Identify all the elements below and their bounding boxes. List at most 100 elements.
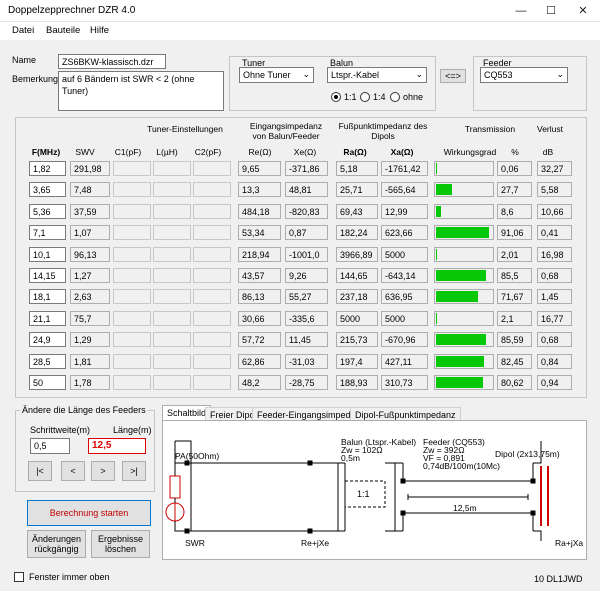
l-value — [153, 375, 191, 390]
nav-first-button[interactable]: |< — [28, 461, 52, 481]
ra-value: 215,73 — [336, 332, 378, 347]
tab-dipole-impedance[interactable]: Dipol-Fußpunktimpedanz — [350, 407, 461, 421]
efficiency-bar — [436, 313, 438, 324]
l-value — [153, 182, 191, 197]
clear-results-button[interactable]: Ergebnisse löschen — [91, 530, 150, 558]
freq-input[interactable]: 14,15 — [29, 268, 66, 283]
menu-datei[interactable]: Datei — [12, 25, 34, 36]
re-value: 30,66 — [238, 311, 281, 326]
balun-len: 0,5m — [341, 453, 360, 463]
db-value: 1,45 — [537, 289, 572, 304]
freq-input[interactable]: 1,82 — [29, 161, 66, 176]
col-freq: F(MHz) — [31, 147, 61, 157]
efficiency-bar — [436, 334, 486, 345]
xe-value: 9,26 — [285, 268, 328, 283]
balun-option-none: ohne — [403, 92, 424, 102]
nav-prev-button[interactable]: < — [61, 461, 85, 481]
c2-value — [193, 225, 231, 240]
xa-value: 310,73 — [381, 375, 428, 390]
balun-radio-1-1[interactable] — [331, 92, 341, 102]
swv-value: 37,59 — [70, 204, 110, 219]
c2-value — [193, 354, 231, 369]
swap-button[interactable]: <=> — [440, 69, 466, 83]
efficiency-cell — [434, 161, 494, 176]
chevron-down-icon: ⌄ — [415, 69, 423, 79]
feeder-loss: 0,74dB/100m(10Mc) — [423, 461, 500, 471]
db-value: 0,94 — [537, 375, 572, 390]
freq-input[interactable]: 28,5 — [29, 354, 66, 369]
percent-value: 8,6 — [497, 204, 532, 219]
freq-input[interactable]: 3,65 — [29, 182, 66, 197]
nav-last-button[interactable]: >| — [122, 461, 146, 481]
name-input[interactable]: ZS6BKW-klassisch.dzr — [58, 54, 166, 69]
freq-input[interactable]: 7,1 — [29, 225, 66, 240]
tab-schematic[interactable]: Schaltbild — [162, 405, 212, 421]
balun-ratio: 1:1 — [357, 489, 370, 499]
schematic-panel: PA(50Ohm) SWR Re+jXe Ra+jXa Balun (Ltspr… — [162, 420, 587, 560]
efficiency-cell — [434, 375, 494, 390]
c1-value — [113, 247, 151, 262]
balun-radio-1-4[interactable] — [360, 92, 370, 102]
nav-next-button[interactable]: > — [91, 461, 115, 481]
col-swv: SWV — [75, 147, 95, 157]
start-calculation-button[interactable]: Berechnung starten — [27, 500, 151, 526]
db-value: 0,68 — [537, 268, 572, 283]
freq-input[interactable]: 10,1 — [29, 247, 66, 262]
freq-input[interactable]: 24,9 — [29, 332, 66, 347]
freq-input[interactable]: 5,36 — [29, 204, 66, 219]
efficiency-bar — [436, 270, 486, 281]
xe-value: 55,27 — [285, 289, 328, 304]
menu-hilfe[interactable]: Hilfe — [90, 25, 109, 36]
c2-value — [193, 182, 231, 197]
step-input[interactable]: 0,5 — [30, 438, 70, 454]
input-impedance-header: Eingangsimpedanz von Balun/Feeder — [249, 121, 323, 141]
re-value: 62,86 — [238, 354, 281, 369]
feeder-select-value: CQ553 — [484, 70, 513, 80]
freq-input[interactable]: 50 — [29, 375, 66, 390]
pa-resistor — [169, 475, 181, 499]
re-value: 86,13 — [238, 289, 281, 304]
remark-label: Bemerkung — [12, 74, 59, 84]
stay-on-top-checkbox[interactable] — [14, 572, 24, 582]
length-input[interactable]: 12,5 — [88, 438, 146, 454]
ra-value: 197,4 — [336, 354, 378, 369]
balun-radio-none[interactable] — [390, 92, 400, 102]
l-value — [153, 247, 191, 262]
swv-value: 1,27 — [70, 268, 110, 283]
freq-input[interactable]: 21,1 — [29, 311, 66, 326]
percent-value: 71,67 — [497, 289, 532, 304]
balun-select[interactable]: Ltspr.-Kabel ⌄ — [327, 67, 427, 83]
efficiency-bar — [436, 249, 438, 260]
minimize-icon[interactable]: — — [506, 0, 536, 22]
close-icon[interactable]: ✕ — [568, 0, 598, 22]
percent-value: 82,45 — [497, 354, 532, 369]
remark-textarea[interactable]: auf 6 Bändern ist SWR < 2 (ohne Tuner) — [58, 71, 224, 111]
xe-value: -371,86 — [285, 161, 328, 176]
stay-on-top-label: Fenster immer oben — [29, 572, 110, 582]
xa-value: 5000 — [381, 311, 428, 326]
percent-value: 0,06 — [497, 161, 532, 176]
efficiency-cell — [434, 247, 494, 262]
menu-bauteile[interactable]: Bauteile — [46, 25, 80, 36]
col-re: Re(Ω) — [248, 147, 272, 157]
feeder-select[interactable]: CQ553 ⌄ — [480, 67, 568, 83]
re-value: 484,18 — [238, 204, 281, 219]
ra-value: 237,18 — [336, 289, 378, 304]
c2-value — [193, 311, 231, 326]
l-value — [153, 311, 191, 326]
re-value: 9,65 — [238, 161, 281, 176]
xa-value: 12,99 — [381, 204, 428, 219]
freq-input[interactable]: 18,1 — [29, 289, 66, 304]
db-value: 0,68 — [537, 332, 572, 347]
balun-option-1-1: 1:1 — [344, 92, 357, 102]
tuner-select[interactable]: Ohne Tuner ⌄ — [239, 67, 314, 83]
efficiency-cell — [434, 268, 494, 283]
ra-value: 69,43 — [336, 204, 378, 219]
efficiency-cell — [434, 332, 494, 347]
xa-value: 427,11 — [381, 354, 428, 369]
l-value — [153, 204, 191, 219]
c2-value — [193, 332, 231, 347]
maximize-icon[interactable]: ☐ — [536, 0, 566, 22]
undo-changes-button[interactable]: Änderungen rückgängig — [27, 530, 86, 558]
c1-value — [113, 354, 151, 369]
